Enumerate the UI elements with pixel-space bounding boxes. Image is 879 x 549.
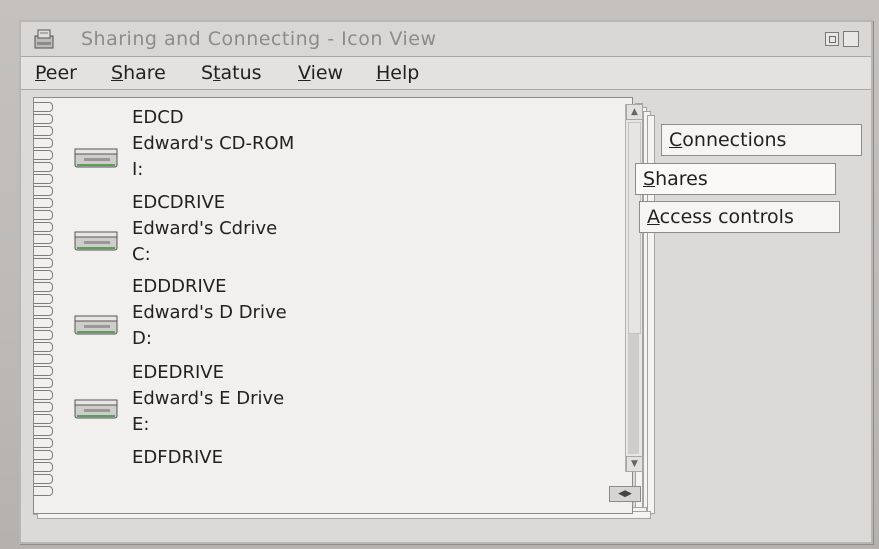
share-name[interactable]: EDFDRIVE: [132, 445, 223, 471]
menu-status[interactable]: Status: [201, 62, 262, 84]
share-name[interactable]: EDDDRIVE: [132, 274, 226, 300]
share-drive-letter[interactable]: C:: [132, 242, 151, 268]
vertical-scrollbar[interactable]: ▲ ▼: [625, 104, 643, 472]
maximize-button[interactable]: [843, 31, 859, 47]
notebook-rings: [34, 102, 54, 502]
drive-icon[interactable]: [74, 228, 118, 252]
menu-peer[interactable]: Peer: [35, 62, 77, 84]
notebook: EDCD Edward's CD-ROM I: EDCDRIVE Edward'…: [33, 97, 862, 530]
tab-access-controls[interactable]: Access controls: [639, 201, 840, 233]
share-drive-letter[interactable]: D:: [132, 326, 152, 352]
share-description[interactable]: Edward's E Drive: [132, 386, 284, 412]
share-name[interactable]: EDEDRIVE: [132, 360, 224, 386]
scroll-track: [628, 334, 639, 454]
drive-icon[interactable]: [74, 145, 118, 169]
menu-help[interactable]: Help: [376, 62, 419, 84]
tab-shares[interactable]: Shares: [635, 163, 836, 195]
share-description[interactable]: Edward's D Drive: [132, 300, 287, 326]
scroll-up-button[interactable]: ▲: [626, 104, 643, 120]
page-nav-arrows[interactable]: ◀▶: [609, 486, 641, 502]
share-drive-letter[interactable]: E:: [132, 412, 149, 438]
minimize-button[interactable]: [825, 32, 839, 46]
share-description[interactable]: Edward's CD-ROM: [132, 131, 294, 157]
share-name[interactable]: EDCDRIVE: [132, 190, 225, 216]
menu-bar: Peer Share Status View Help: [21, 57, 871, 90]
shares-page: EDCD Edward's CD-ROM I: EDCDRIVE Edward'…: [33, 97, 643, 514]
share-drive-letter[interactable]: I:: [132, 157, 143, 183]
share-description[interactable]: Edward's Cdrive: [132, 216, 277, 242]
menu-view[interactable]: View: [298, 62, 343, 84]
scroll-down-button[interactable]: ▼: [626, 456, 643, 472]
share-name[interactable]: EDCD: [132, 105, 184, 131]
sharing-window: Sharing and Connecting - Icon View Peer …: [19, 20, 873, 544]
window-title: Sharing and Connecting - Icon View: [81, 28, 437, 50]
tab-connections[interactable]: Connections: [661, 124, 862, 156]
title-bar[interactable]: Sharing and Connecting - Icon View: [21, 22, 871, 57]
drive-icon[interactable]: [74, 312, 118, 336]
drive-icon[interactable]: [74, 396, 118, 420]
system-menu-icon[interactable]: [33, 28, 57, 50]
menu-share[interactable]: Share: [111, 62, 166, 84]
